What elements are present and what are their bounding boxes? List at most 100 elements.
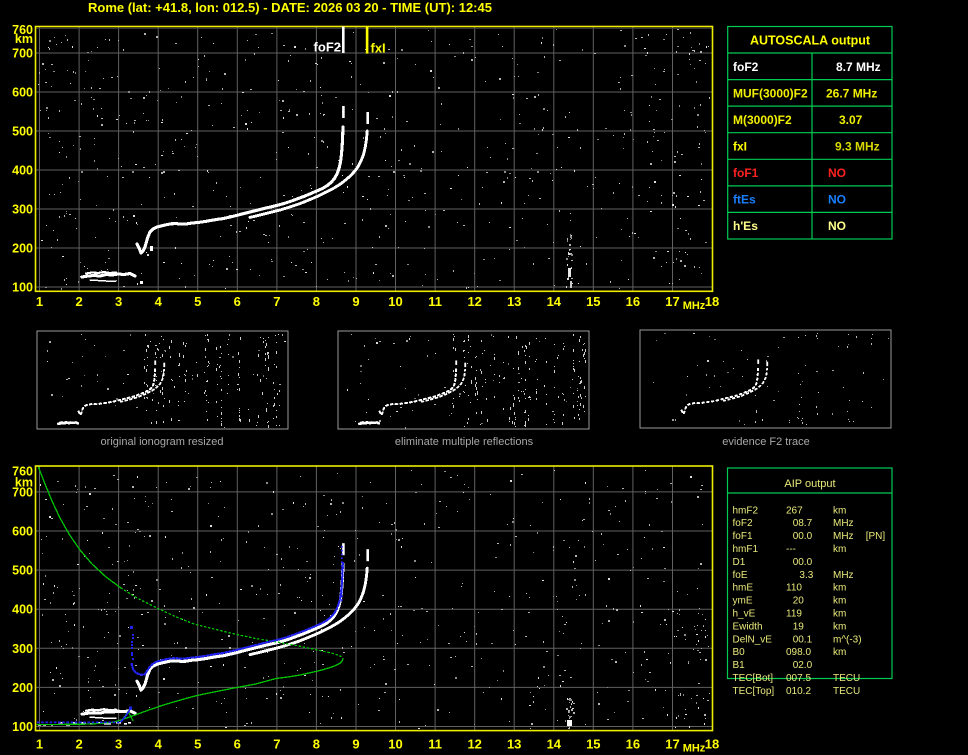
svg-text:fxI: fxI — [733, 140, 747, 154]
svg-text:Ewidth: Ewidth — [733, 621, 763, 632]
svg-text:foF1: foF1 — [733, 166, 759, 180]
svg-text:100: 100 — [12, 281, 33, 295]
svg-text:13: 13 — [507, 737, 521, 752]
svg-text:007.5: 007.5 — [786, 673, 811, 684]
svg-text:9.3 MHz: 9.3 MHz — [835, 140, 880, 154]
svg-text:B0: B0 — [733, 647, 746, 658]
svg-text:119: 119 — [786, 609, 802, 620]
svg-text:8.7 MHz: 8.7 MHz — [836, 60, 881, 74]
svg-text:10: 10 — [388, 737, 402, 752]
svg-text:26.7 MHz: 26.7 MHz — [826, 86, 877, 100]
svg-text:ymE: ymE — [733, 596, 753, 607]
svg-text:hmF1: hmF1 — [733, 544, 759, 555]
svg-text:00.1: 00.1 — [793, 634, 813, 645]
svg-text:km: km — [833, 647, 846, 658]
svg-text:100: 100 — [12, 720, 33, 734]
svg-text:Rome (lat: +41.8, lon: 012.5): Rome (lat: +41.8, lon: 012.5) - DATE: 20… — [88, 0, 492, 15]
svg-text:2: 2 — [75, 294, 82, 309]
svg-text:08.7: 08.7 — [793, 518, 813, 529]
svg-text:098.0: 098.0 — [786, 647, 811, 658]
svg-text:TEC[Bot]: TEC[Bot] — [733, 673, 774, 684]
svg-text:4: 4 — [155, 294, 163, 309]
svg-text:km: km — [833, 621, 846, 632]
svg-text:DelN_vE: DelN_vE — [733, 634, 773, 645]
svg-text:AIP output: AIP output — [784, 478, 835, 490]
svg-text:400: 400 — [12, 164, 33, 178]
svg-text:foF2: foF2 — [733, 518, 753, 529]
svg-text:6: 6 — [234, 737, 241, 752]
svg-text:18: 18 — [705, 294, 719, 309]
svg-text:17: 17 — [665, 294, 679, 309]
svg-text:9: 9 — [352, 737, 359, 752]
svg-text:hmE: hmE — [733, 583, 754, 594]
svg-text:6: 6 — [234, 294, 241, 309]
svg-text:NO: NO — [828, 166, 846, 180]
svg-text:3.3: 3.3 — [799, 570, 813, 581]
svg-text:h_vE: h_vE — [733, 609, 756, 620]
svg-text:D1: D1 — [733, 557, 746, 568]
svg-text:110: 110 — [786, 583, 802, 594]
svg-text:7: 7 — [273, 294, 280, 309]
svg-text:300: 300 — [12, 203, 33, 217]
svg-text:ftEs: ftEs — [733, 193, 756, 207]
svg-text:10: 10 — [388, 294, 402, 309]
svg-text:500: 500 — [12, 125, 33, 139]
svg-text:16: 16 — [626, 737, 640, 752]
svg-text:M(3000)F2: M(3000)F2 — [733, 113, 792, 127]
svg-text:hmF2: hmF2 — [733, 505, 759, 516]
svg-text:evidence F2 trace: evidence F2 trace — [722, 436, 809, 448]
svg-text:11: 11 — [428, 294, 442, 309]
svg-text:200: 200 — [12, 681, 33, 695]
svg-text:3.07: 3.07 — [839, 113, 863, 127]
svg-text:[PN]: [PN] — [866, 531, 886, 542]
svg-text:15: 15 — [586, 294, 600, 309]
svg-text:02.0: 02.0 — [793, 660, 813, 671]
svg-text:foF2: foF2 — [733, 60, 759, 74]
svg-text:500: 500 — [12, 564, 33, 578]
svg-text:18: 18 — [705, 737, 719, 752]
svg-text:km: km — [15, 32, 33, 46]
svg-text:7: 7 — [273, 737, 280, 752]
svg-text:13: 13 — [507, 294, 521, 309]
svg-text:km: km — [833, 544, 846, 555]
svg-text:010.2: 010.2 — [786, 686, 811, 697]
svg-text:foE: foE — [733, 570, 748, 581]
svg-text:267: 267 — [786, 505, 803, 516]
svg-text:8: 8 — [313, 737, 320, 752]
svg-text:eliminate multiple reflections: eliminate multiple reflections — [395, 436, 534, 448]
svg-text:12: 12 — [467, 294, 481, 309]
svg-text:300: 300 — [12, 642, 33, 656]
svg-text:TEC[Top]: TEC[Top] — [733, 686, 775, 697]
svg-text:NO: NO — [828, 219, 846, 233]
svg-text:20: 20 — [793, 596, 805, 607]
svg-text:19: 19 — [793, 621, 805, 632]
svg-text:5: 5 — [194, 737, 201, 752]
svg-text:700: 700 — [12, 485, 33, 499]
svg-text:MHz: MHz — [683, 743, 706, 755]
svg-text:11: 11 — [428, 737, 442, 752]
svg-text:h'Es: h'Es — [733, 219, 758, 233]
svg-text:8: 8 — [313, 294, 320, 309]
svg-text:MHz: MHz — [833, 570, 854, 581]
svg-text:4: 4 — [155, 737, 163, 752]
svg-text:14: 14 — [547, 294, 562, 309]
svg-text:400: 400 — [12, 603, 33, 617]
svg-text:km: km — [833, 505, 846, 516]
svg-text:3: 3 — [115, 294, 122, 309]
svg-text:1: 1 — [36, 294, 43, 309]
svg-text:km: km — [833, 609, 846, 620]
svg-text:original ionogram resized: original ionogram resized — [101, 436, 224, 448]
svg-text:2: 2 — [75, 737, 82, 752]
svg-text:foF2: foF2 — [314, 40, 341, 55]
svg-text:12: 12 — [467, 737, 481, 752]
svg-text:700: 700 — [12, 47, 33, 61]
svg-text:TECU: TECU — [833, 673, 860, 684]
svg-text:---: --- — [786, 544, 796, 555]
svg-text:NO: NO — [828, 193, 846, 207]
svg-text:16: 16 — [626, 294, 640, 309]
svg-text:MHz: MHz — [833, 518, 854, 529]
svg-text:fxI: fxI — [371, 41, 386, 56]
svg-text:MUF(3000)F2: MUF(3000)F2 — [733, 86, 808, 100]
svg-text:00.0: 00.0 — [793, 531, 813, 542]
svg-text:AUTOSCALA output: AUTOSCALA output — [750, 34, 871, 48]
